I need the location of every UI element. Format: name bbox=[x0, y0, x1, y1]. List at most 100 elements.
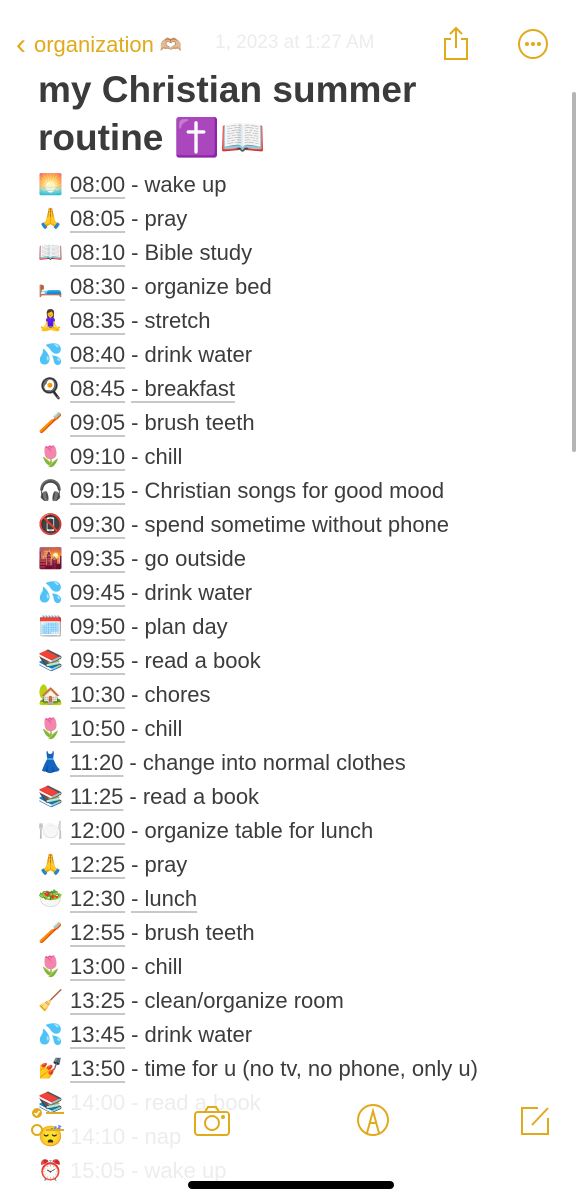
list-item[interactable]: 🪥 12:55- brush teeth bbox=[38, 916, 478, 950]
item-emoji: 🧘‍♀️ bbox=[38, 310, 63, 332]
markup-icon[interactable] bbox=[356, 1103, 390, 1137]
item-emoji: 🍳 bbox=[38, 378, 63, 400]
item-time-link[interactable]: 12:55 bbox=[70, 916, 125, 950]
item-time-link[interactable]: 12:00 bbox=[70, 814, 125, 848]
back-label: organization bbox=[34, 32, 154, 57]
list-item[interactable]: 🙏 08:05- pray bbox=[38, 202, 478, 236]
item-time-link[interactable]: 09:45 bbox=[70, 576, 125, 610]
item-time-link[interactable]: 13:45 bbox=[70, 1018, 125, 1052]
chevron-left-icon: ‹ bbox=[16, 28, 26, 61]
item-emoji: 💅 bbox=[38, 1058, 63, 1080]
list-item[interactable]: 🥗 12:30- lunch bbox=[38, 882, 478, 916]
compose-icon[interactable] bbox=[518, 1103, 552, 1137]
item-time-link[interactable]: 09:10 bbox=[70, 440, 125, 474]
item-emoji: 💦 bbox=[38, 344, 63, 366]
list-item[interactable]: 💦 13:45- drink water bbox=[38, 1018, 478, 1052]
item-time-link[interactable]: 10:50 bbox=[70, 712, 125, 746]
item-emoji: 🛏️ bbox=[38, 276, 63, 298]
item-time-link[interactable]: 08:30 bbox=[70, 270, 125, 304]
item-task: - time for u (no tv, no phone, only u) bbox=[131, 1056, 478, 1081]
item-task: - drink water bbox=[131, 1022, 253, 1047]
list-item[interactable]: 🌇 09:35- go outside bbox=[38, 542, 478, 576]
list-item[interactable]: 📚 11:25- read a book bbox=[38, 780, 478, 814]
item-time-link[interactable]: 12:30 bbox=[70, 882, 125, 916]
item-time-link[interactable]: 11:20 bbox=[70, 746, 123, 780]
list-item[interactable]: 💦 09:45- drink water bbox=[38, 576, 478, 610]
list-item[interactable]: 📚 09:55- read a book bbox=[38, 644, 478, 678]
item-task: - chill bbox=[131, 716, 183, 741]
item-time-link[interactable]: 09:15 bbox=[70, 474, 125, 508]
list-item[interactable]: 🎧 09:15- Christian songs for good mood bbox=[38, 474, 478, 508]
item-task: - plan day bbox=[131, 614, 228, 639]
item-task: - change into normal clothes bbox=[129, 750, 406, 775]
list-item[interactable]: 🗓️ 09:50- plan day bbox=[38, 610, 478, 644]
item-task: - organize bed bbox=[131, 274, 272, 299]
bottom-toolbar bbox=[0, 1100, 580, 1150]
item-time-link[interactable]: 08:10 bbox=[70, 236, 125, 270]
list-item[interactable]: 🏡 10:30- chores bbox=[38, 678, 478, 712]
list-item[interactable]: 🙏 12:25- pray bbox=[38, 848, 478, 882]
item-time-link[interactable]: 10:30 bbox=[70, 678, 125, 712]
item-emoji: 🌷 bbox=[38, 956, 63, 978]
share-icon[interactable] bbox=[442, 26, 470, 62]
item-task: - drink water bbox=[131, 580, 253, 605]
item-time-link[interactable]: 13:25 bbox=[70, 984, 125, 1018]
list-item[interactable]: 📵 09:30- spend sometime without phone bbox=[38, 508, 478, 542]
list-item[interactable]: 🧘‍♀️ 08:35- stretch bbox=[38, 304, 478, 338]
list-item[interactable]: 🌷 10:50- chill bbox=[38, 712, 478, 746]
item-task: - go outside bbox=[131, 546, 247, 571]
item-time-link[interactable]: 09:35 bbox=[70, 542, 125, 576]
item-task: - pray bbox=[131, 852, 188, 877]
item-emoji: 📵 bbox=[38, 514, 63, 536]
list-item[interactable]: 💦 08:40- drink water bbox=[38, 338, 478, 372]
item-emoji: 🗓️ bbox=[38, 616, 63, 638]
note-title[interactable]: my Christian summer routine ✝️📖 bbox=[38, 66, 538, 162]
item-emoji: 🧹 bbox=[38, 990, 63, 1012]
camera-icon[interactable] bbox=[193, 1105, 231, 1137]
list-item[interactable]: 🪥 09:05- brush teeth bbox=[38, 406, 478, 440]
checklist-icon[interactable] bbox=[30, 1105, 66, 1137]
item-emoji: 🌇 bbox=[38, 548, 63, 570]
scrollbar[interactable] bbox=[572, 92, 576, 452]
item-time-link[interactable]: 15:05 bbox=[70, 1154, 125, 1188]
item-emoji: 🪥 bbox=[38, 412, 63, 434]
item-time-link[interactable]: 08:45 bbox=[70, 372, 125, 406]
list-item[interactable]: 🍽️ 12:00- organize table for lunch bbox=[38, 814, 478, 848]
item-task: - drink water bbox=[131, 342, 253, 367]
item-time-link[interactable]: 12:25 bbox=[70, 848, 125, 882]
item-time-link[interactable]: 09:30 bbox=[70, 508, 125, 542]
routine-list[interactable]: 🌅 08:00- wake up 🙏 08:05 - pray 📖 08:10- Bible… bbox=[38, 168, 478, 1188]
item-time-link[interactable]: 13:00 bbox=[70, 950, 125, 984]
list-item[interactable]: 🍳 08:45- breakfast bbox=[38, 372, 478, 406]
list-item[interactable]: 📖 08:10- Bible study bbox=[38, 236, 478, 270]
more-icon[interactable] bbox=[517, 28, 549, 60]
item-task: - breakfast bbox=[131, 376, 235, 401]
item-task: - read a book bbox=[129, 784, 260, 809]
item-task: - chill bbox=[131, 954, 183, 979]
item-time-link[interactable]: 11:25 bbox=[70, 780, 123, 814]
item-emoji: 🌷 bbox=[38, 446, 63, 468]
item-emoji: ⏰ bbox=[38, 1160, 63, 1182]
nav-bar: ‹ organization 🫶🏼 1, 2023 at 1:27 AM bbox=[0, 24, 580, 64]
item-time-link[interactable]: 13:50 bbox=[70, 1052, 125, 1086]
list-item[interactable]: 🌷 13:00- chill bbox=[38, 950, 478, 984]
item-time-link[interactable]: 08:35 bbox=[70, 304, 125, 338]
home-indicator[interactable] bbox=[188, 1181, 394, 1189]
item-time-link[interactable]: 09:55 bbox=[70, 644, 125, 678]
item-time-link[interactable]: 08:00 bbox=[70, 168, 125, 202]
item-time-link[interactable]: 08:40 bbox=[70, 338, 125, 372]
back-button[interactable]: ‹ organization 🫶🏼 bbox=[16, 30, 182, 60]
item-time-link[interactable]: 09:50 bbox=[70, 610, 125, 644]
list-item[interactable]: 🛏️ 08:30- organize bed bbox=[38, 270, 478, 304]
list-item[interactable]: 👗 11:20- change into normal clothes bbox=[38, 746, 478, 780]
list-item[interactable]: 🧹 13:25- clean/organize room bbox=[38, 984, 478, 1018]
list-item[interactable]: 🌷 09:10- chill bbox=[38, 440, 478, 474]
item-emoji: 🏡 bbox=[38, 684, 63, 706]
item-task: - stretch bbox=[131, 308, 211, 333]
list-item[interactable]: 🌅 08:00- wake up bbox=[38, 168, 478, 202]
item-emoji: 🙏 bbox=[38, 208, 63, 230]
list-item[interactable]: 💅 13:50- time for u (no tv, no phone, onl… bbox=[38, 1052, 478, 1086]
item-task: - clean/organize room bbox=[131, 988, 344, 1013]
item-time-link[interactable]: 08:05 bbox=[70, 202, 125, 236]
item-time-link[interactable]: 09:05 bbox=[70, 406, 125, 440]
